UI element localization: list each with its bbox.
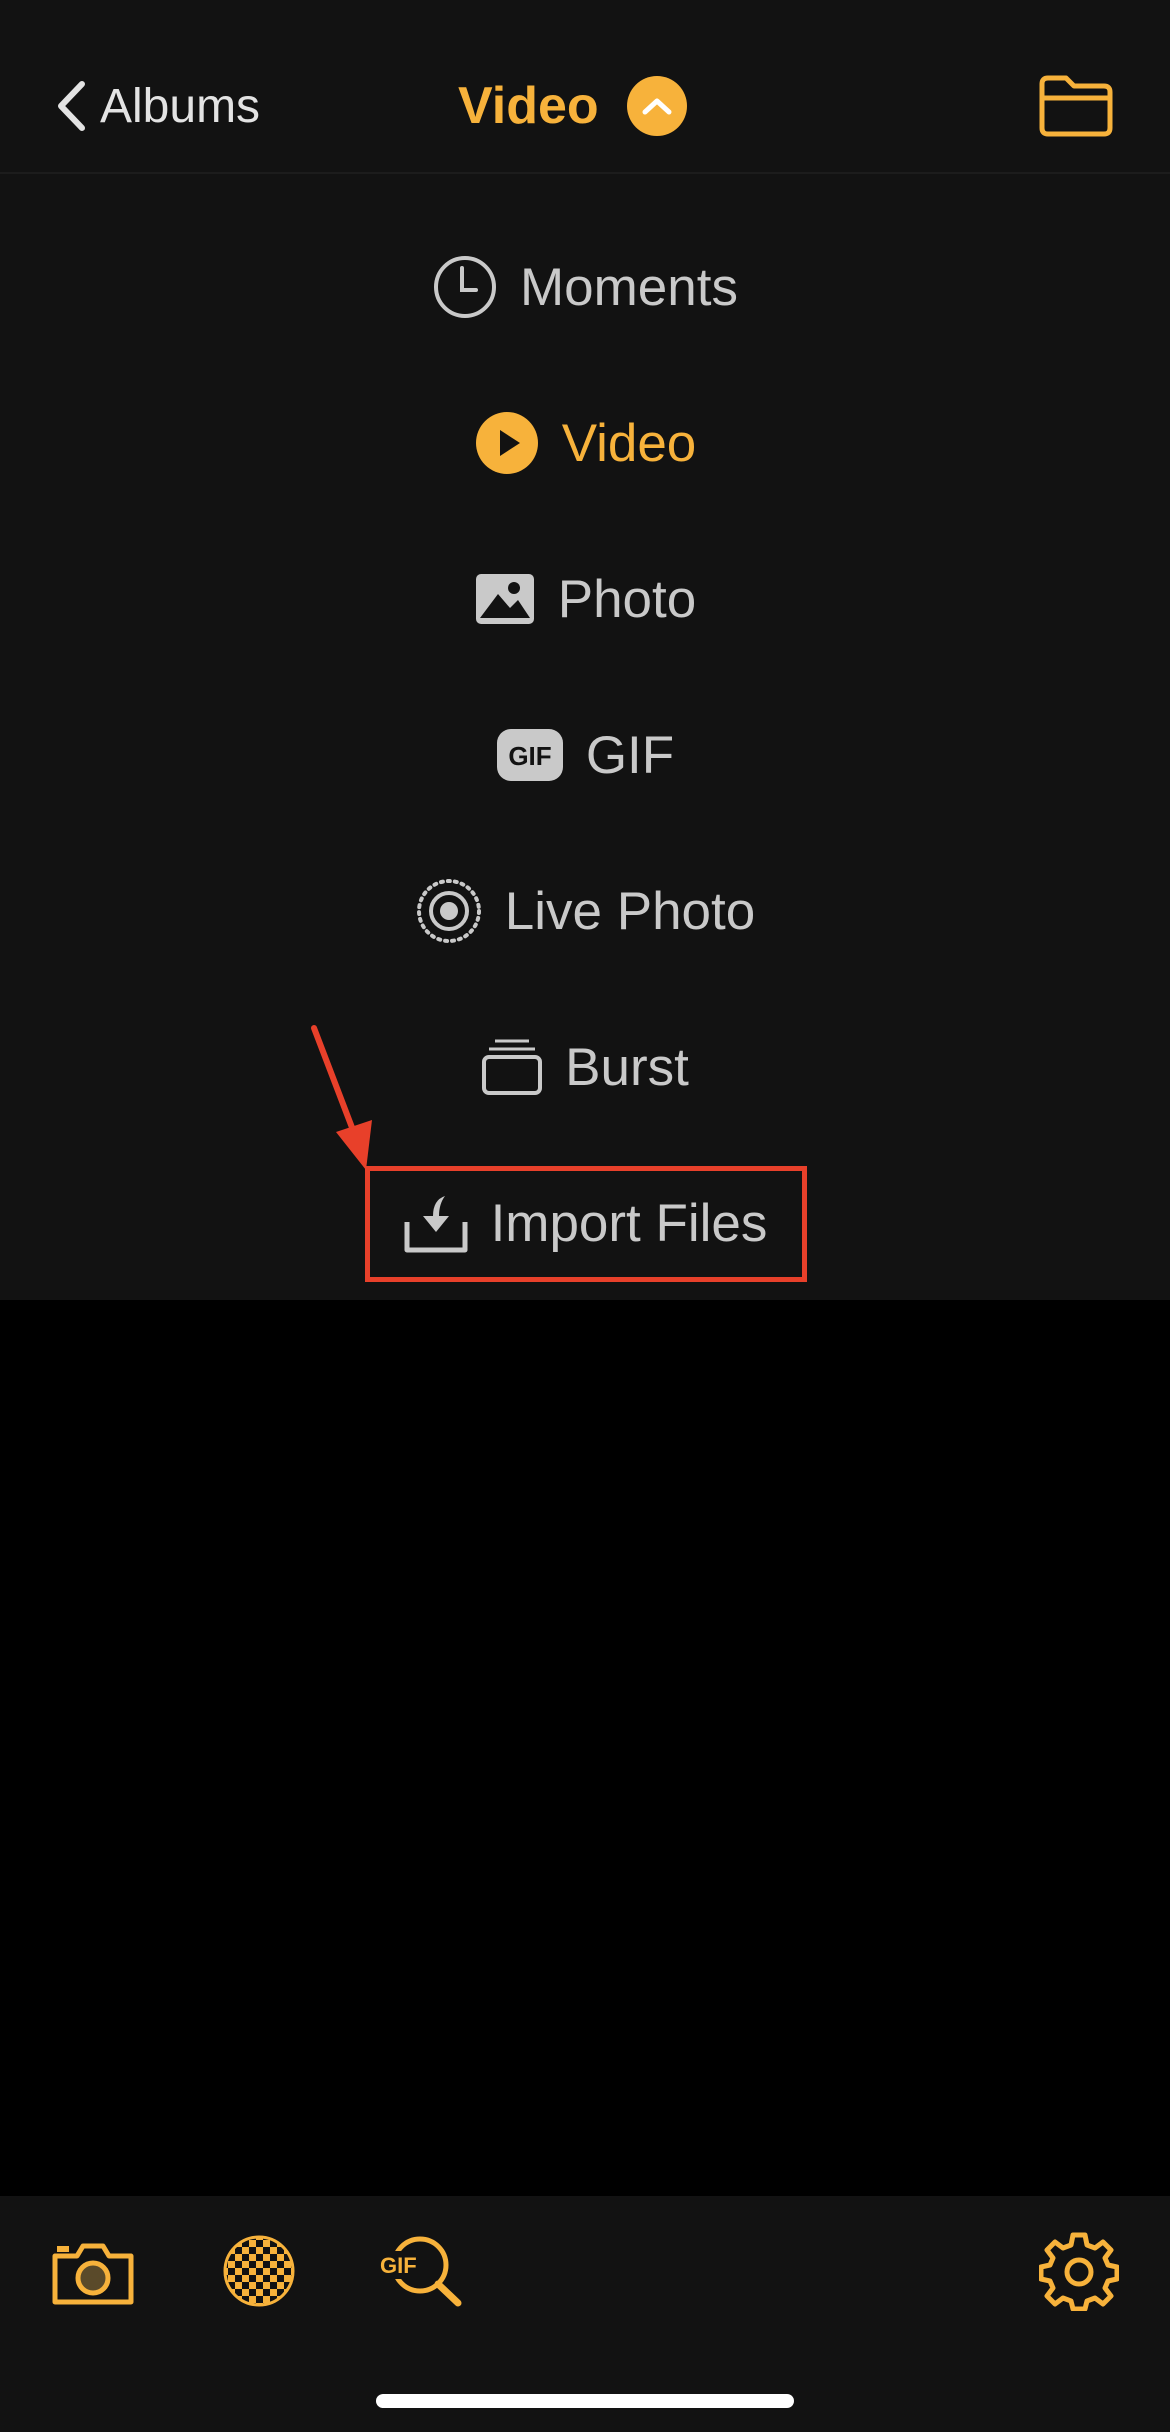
menu-item-photo[interactable]: Photo (0, 544, 1170, 654)
annotation-arrow (311, 1025, 372, 1170)
menu-item-video[interactable]: Video (0, 388, 1170, 498)
chevron-up-icon (626, 76, 687, 136)
back-label: Albums (100, 79, 261, 133)
gif-search-icon: GIF (376, 2236, 462, 2307)
folder-icon (1039, 75, 1113, 137)
menu-item-moments[interactable]: Moments (0, 232, 1170, 342)
nav-header: Albums Video (0, 0, 1170, 174)
menu-item-gif[interactable]: GIF GIF (0, 700, 1170, 810)
menu-item-label: Live Photo (504, 881, 756, 941)
menu-item-burst[interactable]: Burst (0, 1012, 1170, 1122)
chevron-left-icon (58, 81, 85, 131)
svg-text:GIF: GIF (508, 741, 551, 771)
menu-item-label: Photo (557, 569, 697, 629)
menu-item-label: Video (561, 413, 697, 473)
menu-item-label: Moments (520, 257, 738, 317)
menu-item-label: Burst (565, 1037, 689, 1097)
svg-text:GIF: GIF (380, 2253, 417, 2278)
page-title: Video (458, 77, 599, 135)
gif-badge-icon: GIF (496, 728, 564, 782)
back-button[interactable]: Albums (56, 76, 260, 136)
play-circle-icon (474, 410, 540, 476)
transparency-button[interactable] (214, 2226, 304, 2316)
home-indicator (376, 2394, 794, 2408)
album-type-selector[interactable]: Video (458, 74, 687, 138)
camera-button[interactable] (48, 2226, 138, 2316)
clock-icon (432, 254, 498, 320)
annotation-highlight-box (365, 1166, 807, 1282)
live-photo-icon (415, 877, 483, 945)
menu-item-live-photo[interactable]: Live Photo (0, 856, 1170, 966)
settings-button[interactable] (1034, 2226, 1124, 2316)
screen: Albums Video Moments Video Photo GIF GIF… (0, 0, 1170, 2432)
gear-icon (1039, 2232, 1119, 2311)
menu-item-label: GIF (585, 725, 675, 785)
gif-search-button[interactable]: GIF (376, 2226, 466, 2316)
burst-stack-icon (481, 1037, 543, 1097)
folder-button[interactable] (1036, 70, 1116, 140)
photo-icon (474, 572, 536, 626)
checkerboard-icon (223, 2235, 295, 2307)
album-type-menu: Moments Video Photo GIF GIF Live Photo B… (0, 174, 1170, 1300)
camera-icon (52, 2243, 134, 2305)
